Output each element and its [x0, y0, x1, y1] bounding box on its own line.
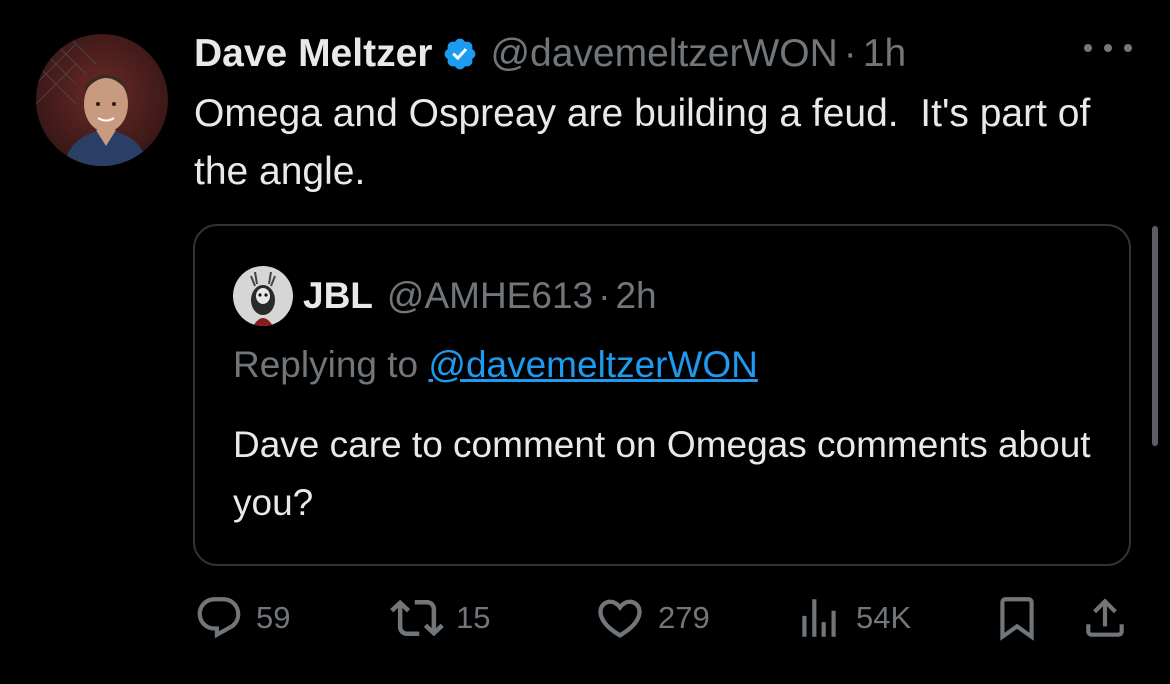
- views-count: 54K: [856, 600, 912, 635]
- share-icon: [1080, 593, 1130, 643]
- tweet-header: Dave Meltzer @davemeltzerWON · 1h: [194, 26, 906, 82]
- quote-author-avatar[interactable]: [233, 266, 293, 326]
- quote-author-display-name[interactable]: JBL: [303, 275, 373, 317]
- tweet-timestamp[interactable]: 1h: [863, 32, 906, 76]
- reply-count: 59: [256, 600, 291, 635]
- views-icon: [794, 593, 844, 643]
- bookmark-icon: [992, 593, 1042, 643]
- author-avatar[interactable]: [36, 34, 168, 166]
- quote-header: JBL @AMHE613 · 2h: [303, 270, 657, 322]
- like-icon: [594, 592, 646, 644]
- views-button[interactable]: 54K: [794, 590, 911, 646]
- scrollbar[interactable]: [1152, 226, 1158, 446]
- more-icon[interactable]: [1084, 38, 1132, 58]
- author-handle[interactable]: @davemeltzerWON: [490, 32, 837, 76]
- replying-to-link[interactable]: @davemeltzerWON: [428, 344, 758, 385]
- tweet-text: Omega and Ospreay are building a feud. I…: [194, 92, 1102, 193]
- share-button[interactable]: [1080, 590, 1130, 646]
- quoted-tweet[interactable]: JBL @AMHE613 · 2h Replying to @davemeltz…: [193, 224, 1131, 566]
- bookmark-button[interactable]: [992, 590, 1042, 646]
- reply-icon: [194, 593, 244, 643]
- tweet-card: Dave Meltzer @davemeltzerWON · 1h Omega …: [0, 0, 1170, 684]
- like-button[interactable]: 279: [594, 590, 710, 646]
- replying-to-line: Replying to @davemeltzerWON: [233, 344, 758, 386]
- author-display-name[interactable]: Dave Meltzer: [194, 32, 432, 76]
- repost-count: 15: [456, 600, 491, 635]
- separator: ·: [843, 32, 857, 75]
- replying-to-label: Replying to: [233, 344, 429, 385]
- repost-button[interactable]: 15: [390, 590, 490, 646]
- separator: ·: [598, 275, 611, 316]
- quote-author-handle[interactable]: @AMHE613: [387, 275, 593, 317]
- like-count: 279: [658, 600, 710, 635]
- reply-button[interactable]: 59: [194, 590, 290, 646]
- quote-timestamp[interactable]: 2h: [615, 275, 656, 317]
- repost-icon: [390, 591, 444, 645]
- quote-text: Dave care to comment on Omegas comments …: [233, 424, 1091, 523]
- verified-badge-icon[interactable]: [442, 36, 478, 72]
